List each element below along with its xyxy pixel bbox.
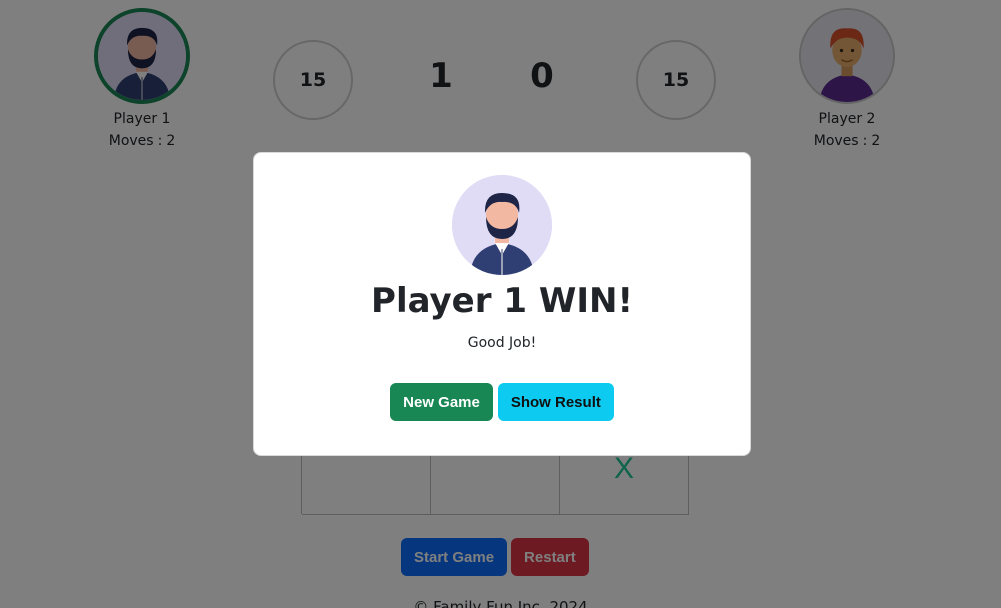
bearded-man-avatar-icon — [452, 175, 552, 275]
winner-modal: Player 1 WIN! Good Job! New Game Show Re… — [253, 152, 751, 456]
new-game-button[interactable]: New Game — [390, 383, 493, 421]
modal-actions: New Game Show Result — [254, 383, 750, 421]
show-result-button[interactable]: Show Result — [497, 383, 614, 421]
winner-title: Player 1 WIN! — [371, 281, 633, 321]
winner-avatar — [452, 175, 552, 275]
winner-subtitle: Good Job! — [467, 335, 537, 351]
game-page: Player 1 Moves:2 Player 2 Moves:2 15 1 0… — [0, 0, 1001, 608]
